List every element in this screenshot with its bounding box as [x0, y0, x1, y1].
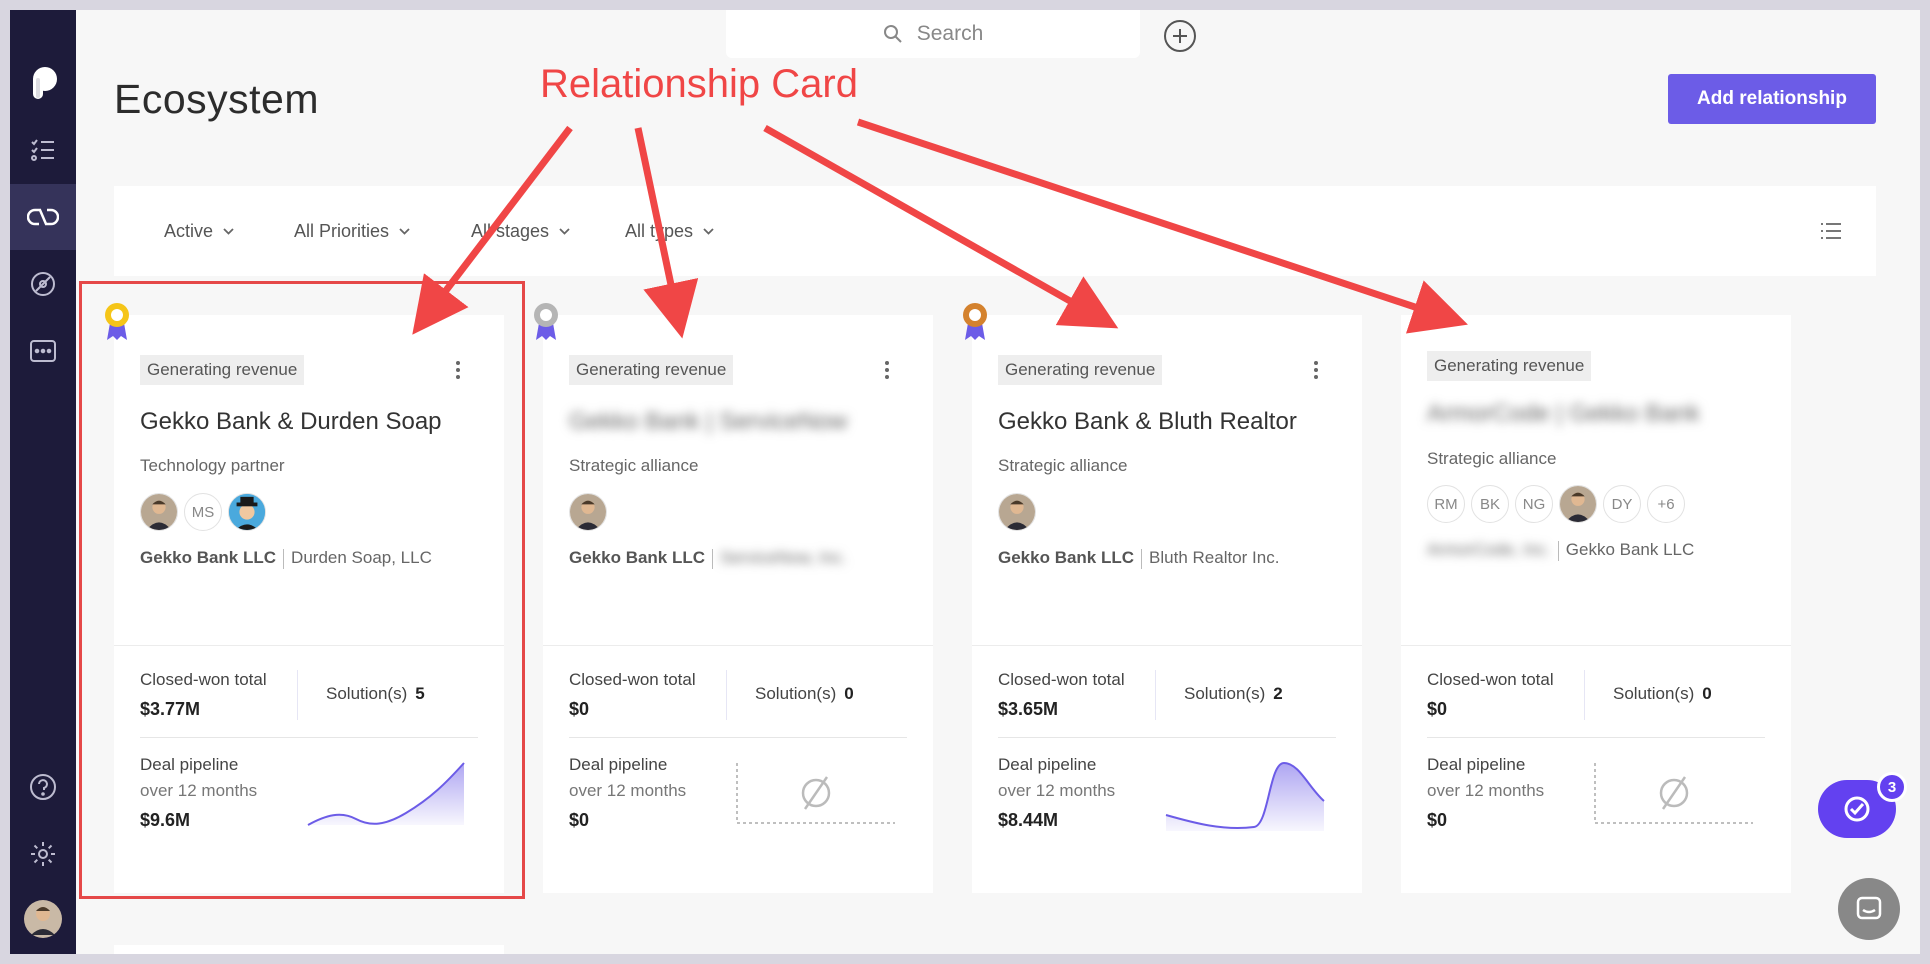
arrow-to-card-2: [634, 127, 699, 339]
arrow-to-card-3: [763, 124, 1119, 329]
annotation-arrows: [412, 118, 1468, 339]
arrow-to-card-1: [412, 125, 573, 335]
arrow-to-card-4: [856, 118, 1468, 334]
